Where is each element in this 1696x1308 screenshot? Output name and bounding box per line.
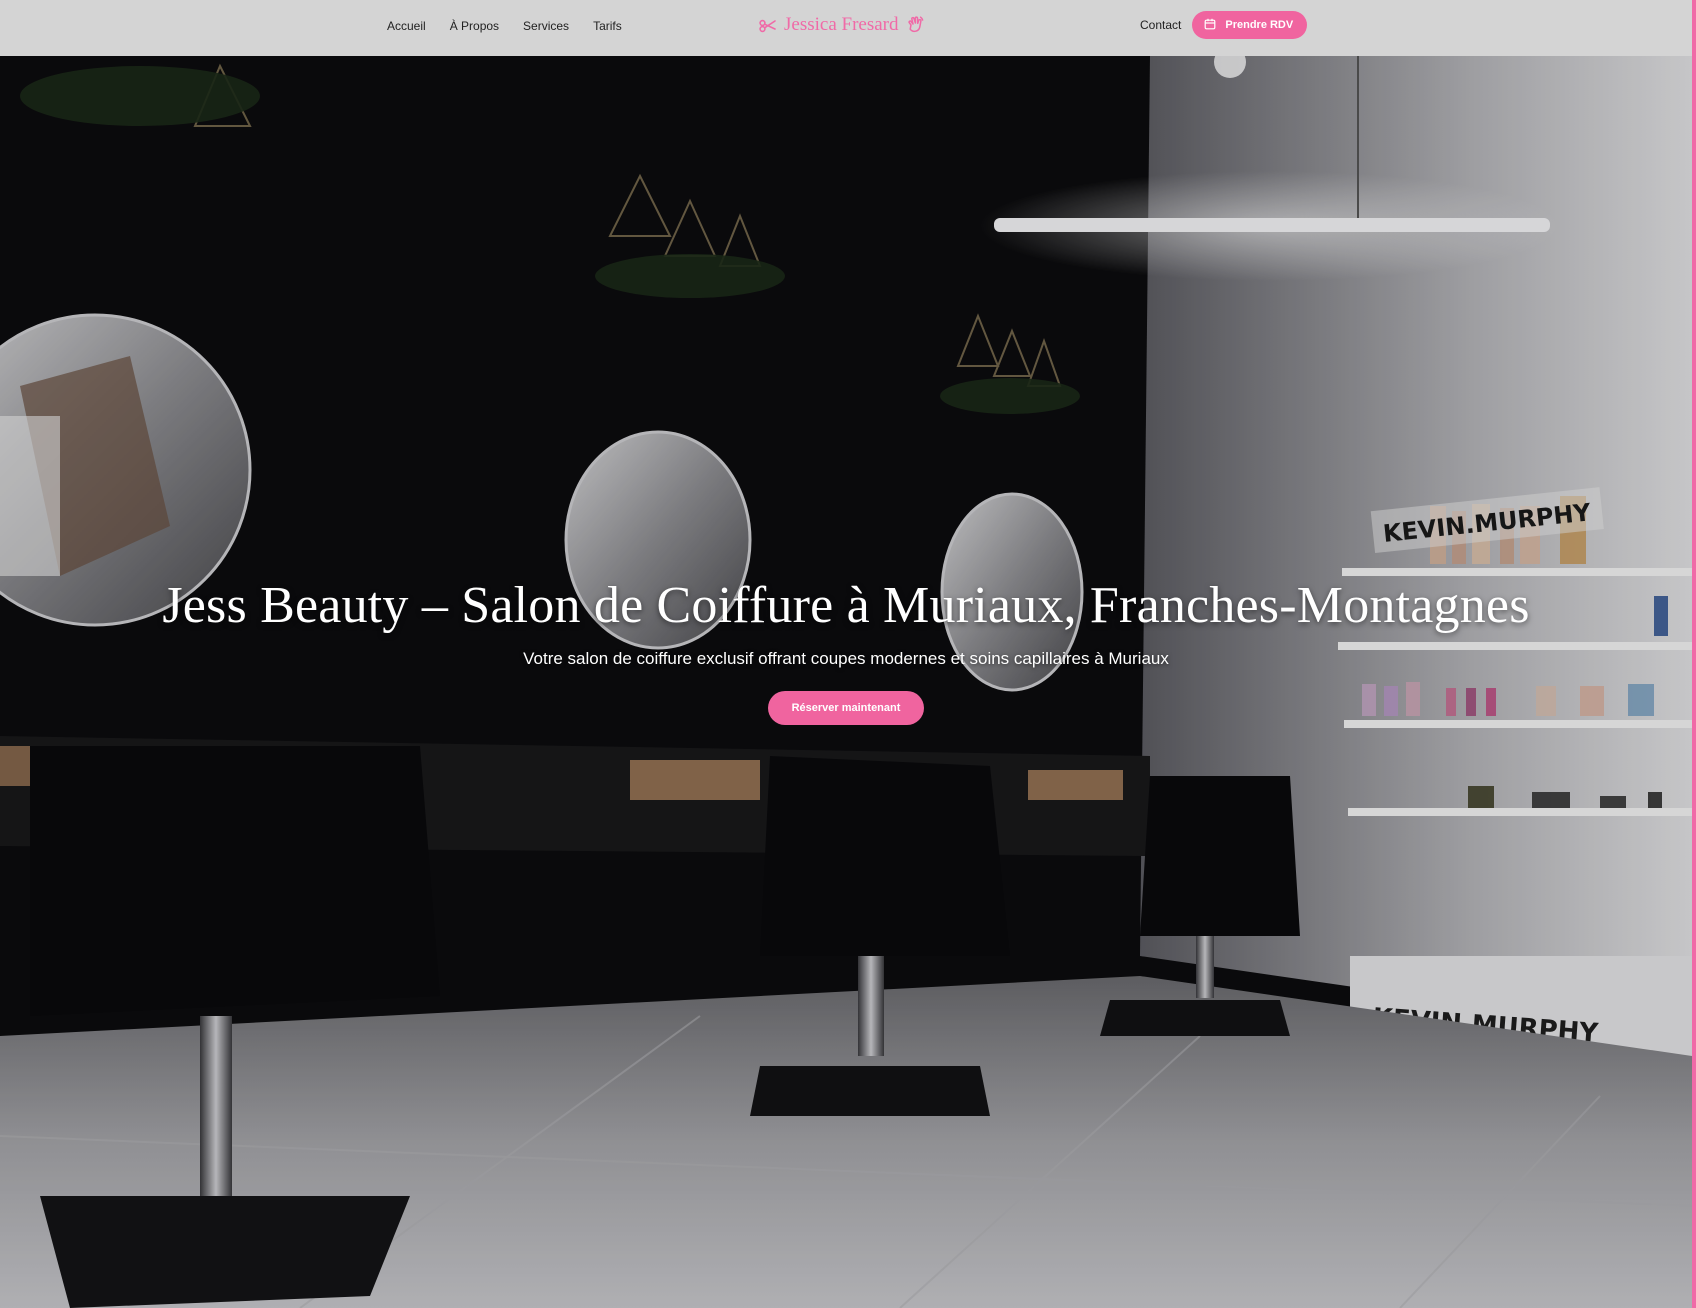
nav-link-contact[interactable]: Contact <box>1140 18 1181 32</box>
main-nav: Accueil À Propos Services Tarifs <box>387 0 622 52</box>
site-logo[interactable]: Jessica Fresard <box>758 10 925 40</box>
hero-title: Jess Beauty – Salon de Coiffure à Muriau… <box>162 577 1530 634</box>
reserver-maintenant-button[interactable]: Réserver maintenant <box>767 691 925 725</box>
site-header: Accueil À Propos Services Tarifs Jessica… <box>0 0 1696 56</box>
scrollbar[interactable] <box>1692 0 1696 1308</box>
prendre-rdv-button[interactable]: Prendre RDV <box>1192 11 1308 39</box>
nav-link-a-propos[interactable]: À Propos <box>450 19 499 33</box>
page: Accueil À Propos Services Tarifs Jessica… <box>0 0 1696 1308</box>
prendre-rdv-label: Prendre RDV <box>1225 19 1294 31</box>
hero-section: KEVIN.MURPHY KEVIN.MURPHY Jess Beauty – … <box>0 56 1692 1308</box>
logo-text: Jessica Fresard <box>784 14 899 35</box>
hero-subtitle: Votre salon de coiffure exclusif offrant… <box>523 649 1169 668</box>
hero-content: Jess Beauty – Salon de Coiffure à Muriau… <box>0 576 1692 725</box>
scissors-icon <box>758 15 778 35</box>
calendar-icon <box>1204 18 1216 33</box>
header-actions: Contact Prendre RDV <box>1140 11 1308 39</box>
hand-wave-icon <box>905 15 925 35</box>
nav-link-services[interactable]: Services <box>523 19 569 33</box>
nav-link-tarifs[interactable]: Tarifs <box>593 19 622 33</box>
nav-link-accueil[interactable]: Accueil <box>387 19 426 33</box>
